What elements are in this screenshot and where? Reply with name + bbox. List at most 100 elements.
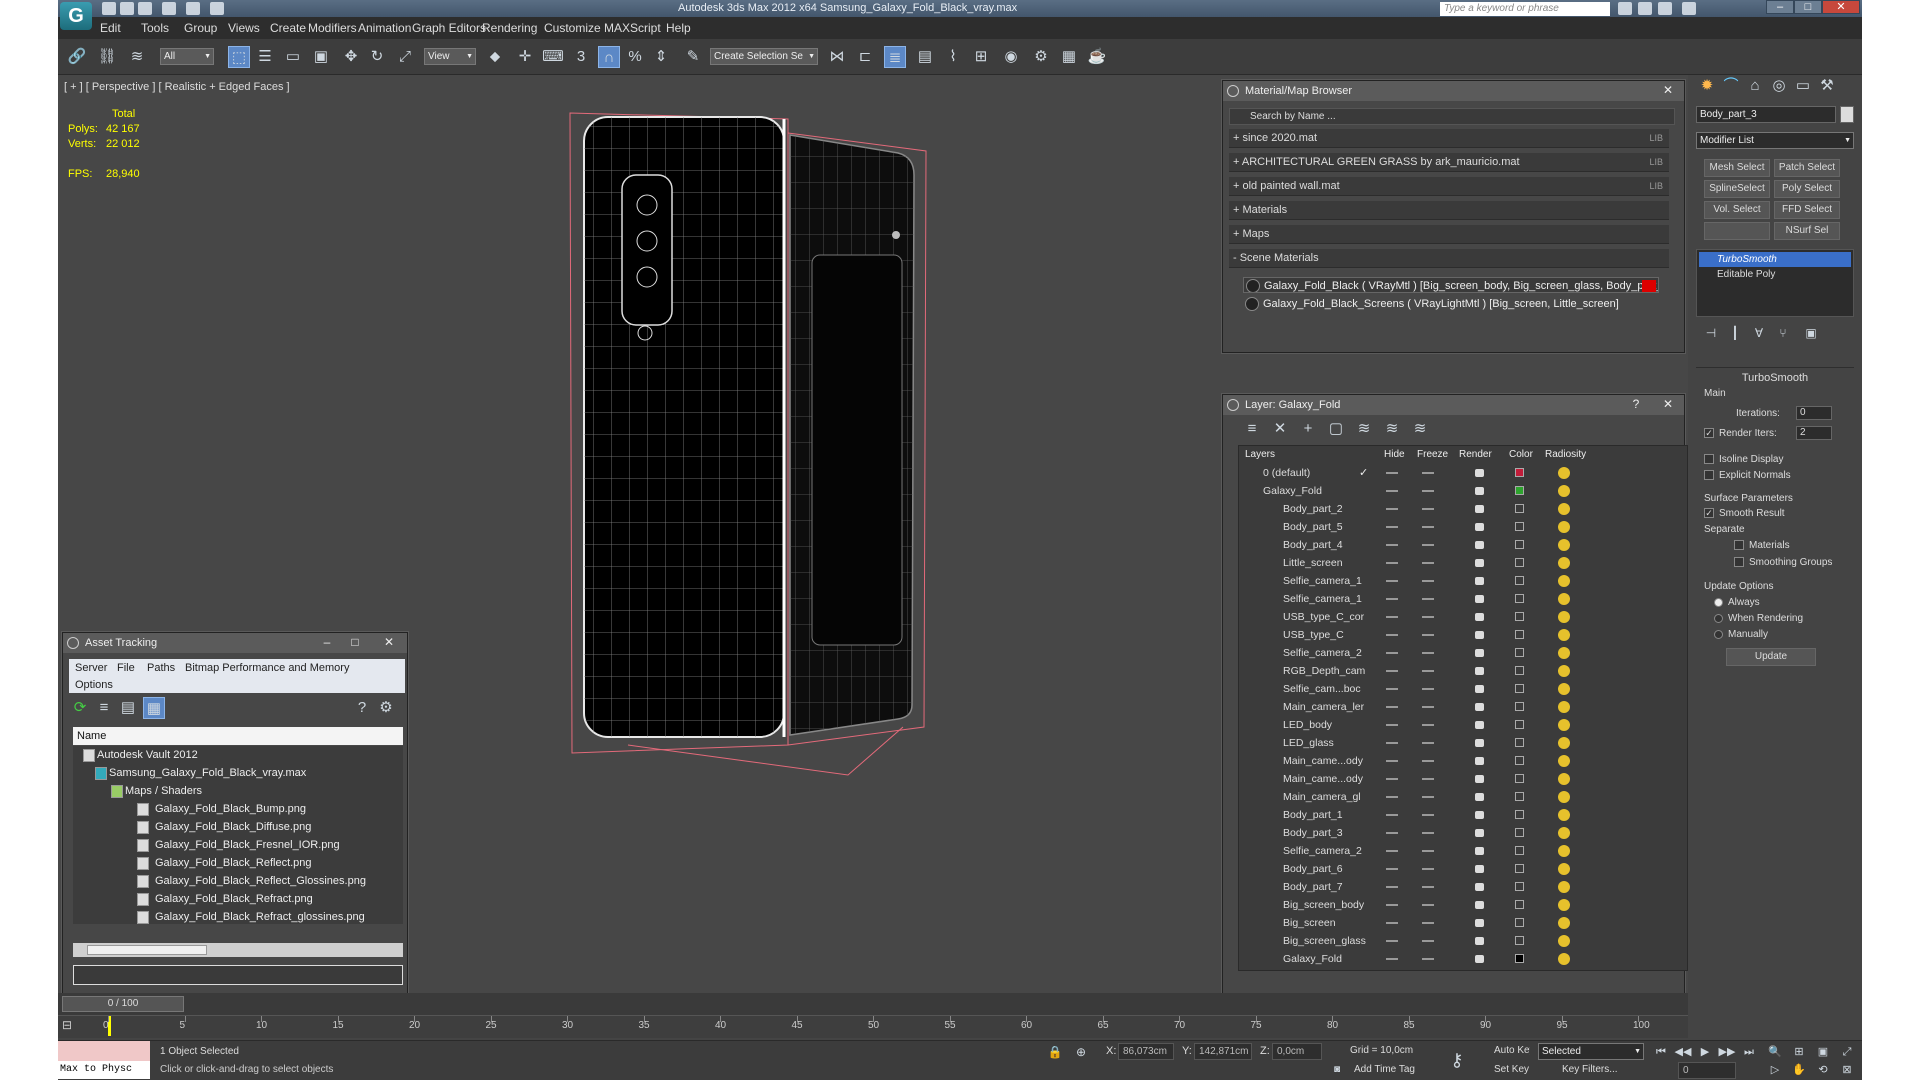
move-icon[interactable]: ✥ (340, 46, 362, 68)
render-iters-checkbox[interactable]: ✓ (1704, 428, 1714, 439)
bitmap-file-row[interactable]: Galaxy_Fold_Black_Refract.png (155, 890, 313, 908)
angle-snap-icon[interactable]: ∩ (598, 46, 620, 68)
rendered-frame-icon[interactable]: ▦ (1058, 46, 1080, 68)
remove-modifier-icon[interactable]: ⑂ (1772, 322, 1794, 344)
phone-wireframe-model[interactable] (558, 105, 978, 835)
hide-toggle[interactable] (1386, 562, 1398, 564)
layer-color-swatch[interactable] (1515, 936, 1524, 945)
freeze-toggle[interactable] (1422, 472, 1434, 474)
hide-toggle[interactable] (1386, 958, 1398, 960)
isoline-checkbox[interactable] (1704, 454, 1714, 465)
table-view-icon[interactable]: ▦ (143, 697, 165, 719)
bind-space-warp-icon[interactable]: ≋ (126, 46, 148, 68)
asset-maximize-button[interactable]: □ (347, 635, 363, 650)
project-folder-icon[interactable] (210, 2, 224, 15)
layer-close-button[interactable]: ✕ (1660, 397, 1676, 412)
pivot-center-icon[interactable]: ⬥ (484, 46, 506, 68)
render-toggle-icon[interactable] (1475, 685, 1484, 693)
freeze-toggle[interactable] (1422, 850, 1434, 852)
hide-toggle[interactable] (1386, 868, 1398, 870)
select-manipulate-icon[interactable]: ✛ (514, 46, 536, 68)
hide-toggle[interactable] (1386, 904, 1398, 906)
maximize-button[interactable]: □ (1794, 0, 1822, 14)
layer-object-row[interactable]: Selfie_camera_2 (1239, 842, 1594, 860)
go-to-start-icon[interactable]: ⏮ (1650, 1041, 1672, 1063)
freeze-toggle[interactable] (1422, 940, 1434, 942)
render-toggle-icon[interactable] (1475, 955, 1484, 963)
render-toggle-icon[interactable] (1475, 595, 1484, 603)
bitmap-file-row[interactable]: Galaxy_Fold_Black_Fresnel_IOR.png (155, 836, 340, 854)
select-object-icon[interactable]: ⬚ (228, 46, 250, 68)
layer-object-row[interactable]: Body_part_2 (1239, 500, 1594, 518)
menu-animation[interactable]: Animation (358, 21, 411, 35)
radiosity-icon[interactable] (1558, 773, 1570, 785)
menu-views[interactable]: Views (228, 21, 260, 35)
app-menu-button[interactable]: G (60, 2, 92, 30)
maxscript-listener-top[interactable] (58, 1041, 150, 1061)
hide-all-layers-icon[interactable]: ≋ (1381, 418, 1403, 440)
layer-column-header[interactable]: Render (1459, 446, 1492, 464)
layer-object-row[interactable]: Selfie_camera_1 (1239, 590, 1594, 608)
layer-color-swatch[interactable] (1515, 576, 1524, 585)
key-icon[interactable]: ⚷ (1446, 1049, 1468, 1071)
explicit-normals-checkbox[interactable] (1704, 470, 1714, 481)
asset-menu-paths[interactable]: Paths (147, 662, 175, 674)
z-coordinate[interactable]: 0,0cm (1272, 1043, 1322, 1060)
freeze-toggle[interactable] (1422, 580, 1434, 582)
freeze-toggle[interactable] (1422, 832, 1434, 834)
render-toggle-icon[interactable] (1475, 469, 1484, 477)
radiosity-icon[interactable] (1558, 557, 1570, 569)
layer-object-row[interactable]: Body_part_6 (1239, 860, 1594, 878)
hide-toggle[interactable] (1386, 706, 1398, 708)
turbosmooth-title[interactable]: TurboSmooth (1696, 368, 1854, 388)
layer-color-swatch[interactable] (1515, 720, 1524, 729)
render-toggle-icon[interactable] (1475, 703, 1484, 711)
orbit-icon[interactable]: ⟲ (1812, 1059, 1834, 1080)
scrollbar-thumb[interactable] (87, 945, 207, 955)
mirror-icon[interactable]: ⋈ (826, 46, 848, 68)
asset-horizontal-scrollbar[interactable] (73, 943, 403, 957)
freeze-toggle[interactable] (1422, 814, 1434, 816)
undo-icon[interactable] (162, 2, 176, 15)
hide-toggle[interactable] (1386, 688, 1398, 690)
scene-file-node[interactable]: Samsung_Galaxy_Fold_Black_vray.max (109, 764, 306, 782)
layer-color-swatch[interactable] (1515, 756, 1524, 765)
pan-icon[interactable]: ✋ (1788, 1059, 1810, 1080)
star-icon[interactable] (1658, 2, 1672, 15)
refresh-icon[interactable]: ⟳ (69, 697, 91, 719)
snaps-toggle-icon[interactable]: 3 (570, 46, 592, 68)
select-by-name-icon[interactable]: ☰ (254, 46, 276, 68)
layer-object-row[interactable]: Big_screen_body (1239, 896, 1594, 914)
add-to-layer-icon[interactable]: + (1297, 418, 1319, 440)
hide-toggle[interactable] (1386, 760, 1398, 762)
render-toggle-icon[interactable] (1475, 793, 1484, 801)
menu-group[interactable]: Group (184, 21, 217, 35)
render-toggle-icon[interactable] (1475, 775, 1484, 783)
make-unique-icon[interactable]: ∀ (1748, 322, 1770, 344)
binoculars-icon[interactable] (1618, 2, 1632, 15)
modifier-set-button[interactable]: Vol. Select (1704, 201, 1770, 219)
iterations-spinner[interactable]: 0 (1796, 406, 1832, 420)
layer-object-row[interactable]: Selfie_camera_2 (1239, 644, 1594, 662)
auto-key-button[interactable]: Auto Key (1490, 1043, 1530, 1060)
layer-object-row[interactable]: Main_came...ody (1239, 752, 1594, 770)
set-key-button[interactable]: Set Key (1490, 1062, 1530, 1079)
x-coordinate[interactable]: 86,073cm (1118, 1043, 1174, 1060)
redo-icon[interactable] (186, 2, 200, 15)
layer-color-swatch[interactable] (1515, 504, 1524, 513)
material-group-row[interactable]: + Maps (1229, 225, 1669, 244)
layer-color-swatch[interactable] (1515, 702, 1524, 711)
render-toggle-icon[interactable] (1475, 847, 1484, 855)
rotate-icon[interactable]: ↻ (366, 46, 388, 68)
hide-toggle[interactable] (1386, 670, 1398, 672)
layer-row[interactable]: 0 (default) ✓ (1239, 464, 1594, 482)
layer-object-row[interactable]: Body_part_1 (1239, 806, 1594, 824)
utilities-tab-icon[interactable]: ⚒ (1816, 75, 1838, 97)
viewport-label[interactable]: [ + ] [ Perspective ] [ Realistic + Edge… (64, 81, 290, 93)
material-group-row[interactable]: + Materials (1229, 201, 1669, 220)
modifier-list-dropdown[interactable]: Modifier List (1696, 132, 1854, 149)
hierarchy-tab-icon[interactable]: ⌂ (1744, 75, 1766, 97)
maps-shaders-node[interactable]: Maps / Shaders (125, 782, 202, 800)
freeze-toggle[interactable] (1422, 526, 1434, 528)
edit-named-selection-icon[interactable]: ✎ (682, 46, 704, 68)
